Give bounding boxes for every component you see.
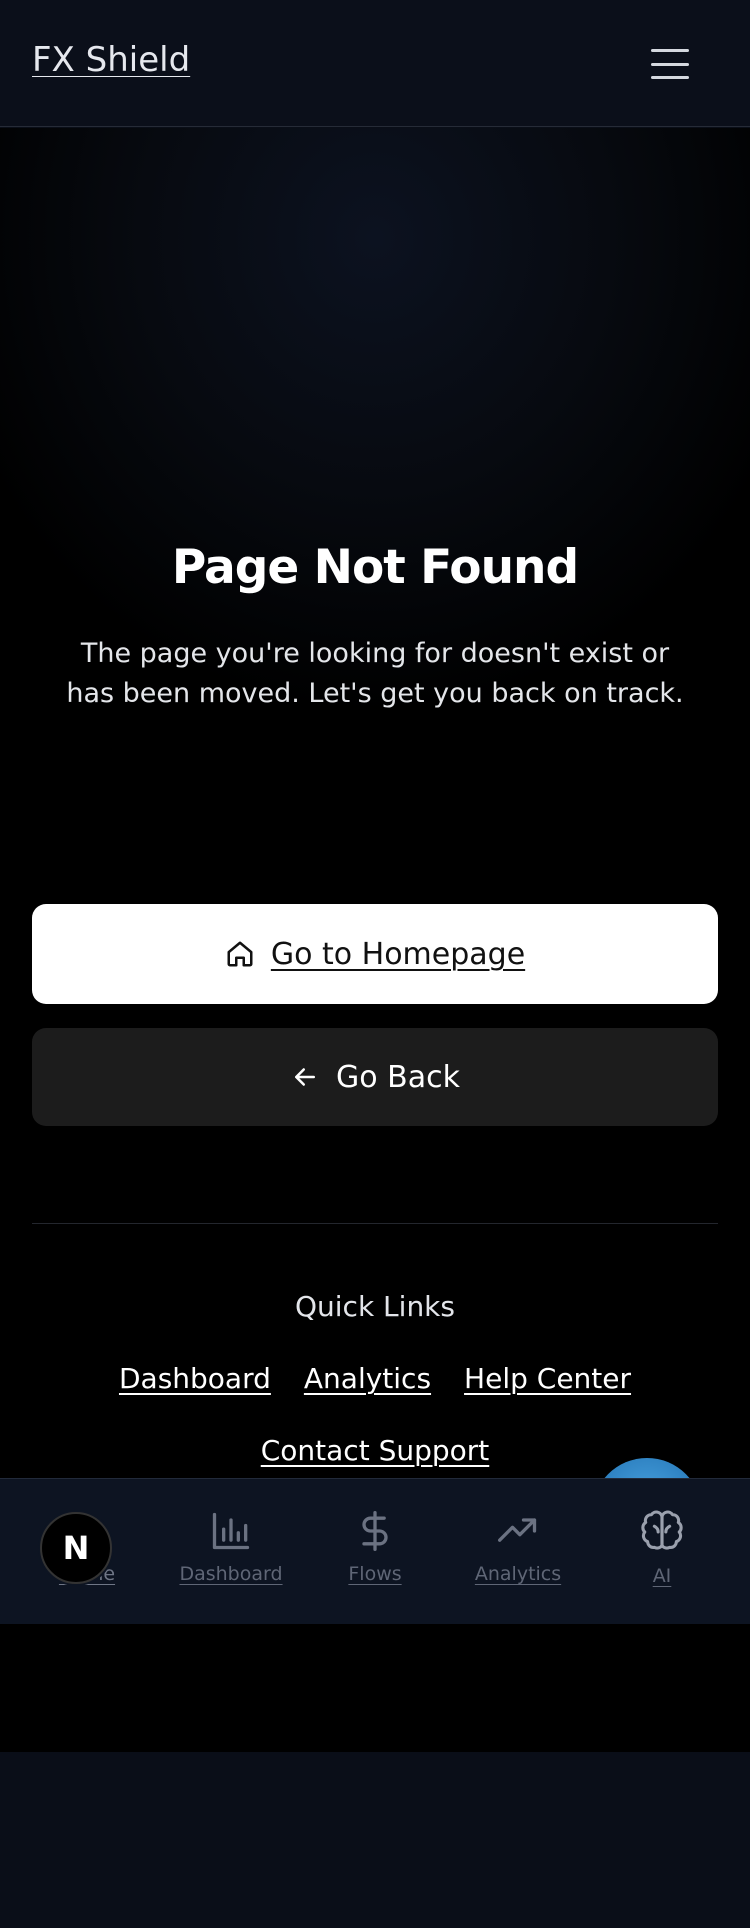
top-header: FX Shield bbox=[0, 0, 750, 127]
page-footer-background bbox=[0, 1752, 750, 1928]
quick-links-row: Dashboard Analytics Help Center bbox=[0, 1362, 750, 1395]
page-subtitle: The page you're looking for doesn't exis… bbox=[66, 638, 684, 709]
go-back-button[interactable]: Go Back bbox=[32, 1028, 718, 1126]
bottom-nav: Home Dashboard Flows Analytics AI bbox=[0, 1478, 750, 1624]
nav-label-dashboard: Dashboard bbox=[179, 1563, 283, 1585]
go-back-label: Go Back bbox=[336, 1059, 460, 1095]
home-icon bbox=[227, 941, 253, 967]
page-bottom-spacer bbox=[0, 1624, 750, 1752]
page-title: Page Not Found bbox=[171, 540, 579, 595]
nav-label-analytics: Analytics bbox=[474, 1563, 562, 1585]
trending-up-icon bbox=[498, 1518, 537, 1542]
arrow-left-icon bbox=[295, 1068, 315, 1086]
go-to-homepage-label: Go to Homepage bbox=[270, 936, 526, 972]
go-to-homepage-button[interactable]: Go to Homepage bbox=[32, 904, 718, 1004]
nav-item-flows[interactable]: Flows bbox=[343, 1479, 407, 1625]
nav-label-ai: AI bbox=[652, 1565, 672, 1587]
nav-label-flows: Flows bbox=[348, 1563, 402, 1585]
quick-links-title: Quick Links bbox=[294, 1290, 455, 1323]
nav-item-analytics[interactable]: Analytics bbox=[472, 1479, 564, 1625]
brand-logo-link[interactable]: FX Shield bbox=[32, 40, 190, 80]
nav-item-dashboard[interactable]: Dashboard bbox=[178, 1479, 284, 1625]
n-badge-avatar[interactable]: N bbox=[40, 1512, 112, 1584]
hamburger-menu-icon[interactable] bbox=[645, 44, 695, 84]
quick-link-contact-support[interactable]: Contact Support bbox=[261, 1434, 490, 1467]
section-divider bbox=[32, 1223, 718, 1224]
bar-chart-icon bbox=[212, 1512, 250, 1550]
quick-link-dashboard[interactable]: Dashboard bbox=[119, 1362, 271, 1395]
quick-link-analytics[interactable]: Analytics bbox=[304, 1362, 431, 1395]
brain-icon bbox=[641, 1510, 683, 1550]
quick-link-help-center[interactable]: Help Center bbox=[464, 1362, 631, 1395]
nav-item-ai[interactable]: AI bbox=[628, 1479, 696, 1625]
dollar-icon bbox=[362, 1511, 388, 1551]
